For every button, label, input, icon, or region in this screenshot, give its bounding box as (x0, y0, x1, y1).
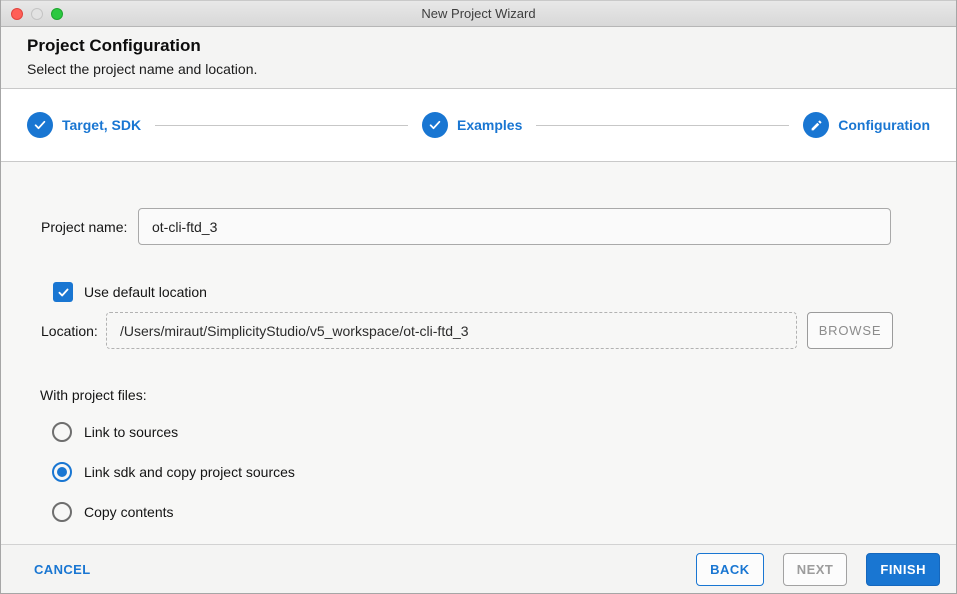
back-button[interactable]: BACK (696, 552, 764, 586)
radio-label: Link sdk and copy project sources (84, 464, 295, 480)
radio-link-sdk-copy-sources[interactable]: Link sdk and copy project sources (52, 461, 956, 483)
browse-button[interactable]: BROWSE (807, 312, 893, 349)
configuration-form: Project name: Use default location Locat… (1, 162, 956, 544)
wizard-header: Project Configuration Select the project… (1, 27, 956, 89)
location-label: Location: (41, 322, 98, 339)
check-icon (27, 112, 53, 138)
page-subtitle: Select the project name and location. (27, 61, 258, 77)
finish-button[interactable]: FINISH (866, 552, 940, 586)
check-icon (421, 112, 448, 138)
radio-label: Copy contents (84, 504, 174, 520)
step-label: Examples (456, 117, 523, 133)
location-row: Location: BROWSE (41, 312, 956, 349)
title-bar: New Project Wizard (1, 0, 956, 27)
new-project-wizard-window: New Project Wizard Project Configuration… (0, 0, 957, 594)
radio-icon[interactable] (52, 422, 72, 442)
stepper-connector (155, 124, 408, 126)
use-default-location-row[interactable]: Use default location (53, 282, 956, 302)
page-title: Project Configuration (27, 36, 201, 55)
use-default-location-label: Use default location (84, 284, 207, 300)
location-input (106, 312, 797, 349)
pencil-icon (803, 112, 830, 138)
with-project-files-label: With project files: (40, 387, 147, 403)
zoom-window-button[interactable] (51, 7, 63, 20)
wizard-stepper: Target, SDK Examples Configuration (1, 89, 956, 162)
step-label: Target, SDK (62, 117, 142, 133)
minimize-window-button (31, 7, 43, 20)
window-title: New Project Wizard (421, 6, 536, 21)
project-name-row: Project name: (41, 208, 956, 245)
project-name-input[interactable] (138, 208, 891, 245)
use-default-location-checkbox[interactable] (53, 282, 73, 302)
wizard-footer: CANCEL BACK NEXT FINISH (1, 544, 956, 593)
next-button: NEXT (782, 552, 848, 586)
step-configuration[interactable]: Configuration (803, 112, 930, 138)
close-window-button[interactable] (11, 7, 23, 20)
step-target-sdk[interactable]: Target, SDK (27, 112, 141, 138)
stepper-connector (536, 124, 790, 126)
radio-link-to-sources[interactable]: Link to sources (52, 421, 956, 443)
footer-buttons: BACK NEXT FINISH (696, 552, 940, 586)
radio-selected-icon[interactable] (52, 462, 72, 482)
traffic-lights (11, 1, 63, 26)
radio-icon[interactable] (52, 502, 72, 522)
radio-copy-contents[interactable]: Copy contents (52, 501, 956, 523)
project-name-label: Project name: (41, 218, 128, 235)
radio-label: Link to sources (84, 424, 179, 440)
step-examples[interactable]: Examples (421, 112, 523, 138)
cancel-button[interactable]: CANCEL (34, 562, 91, 577)
step-label: Configuration (838, 117, 931, 133)
